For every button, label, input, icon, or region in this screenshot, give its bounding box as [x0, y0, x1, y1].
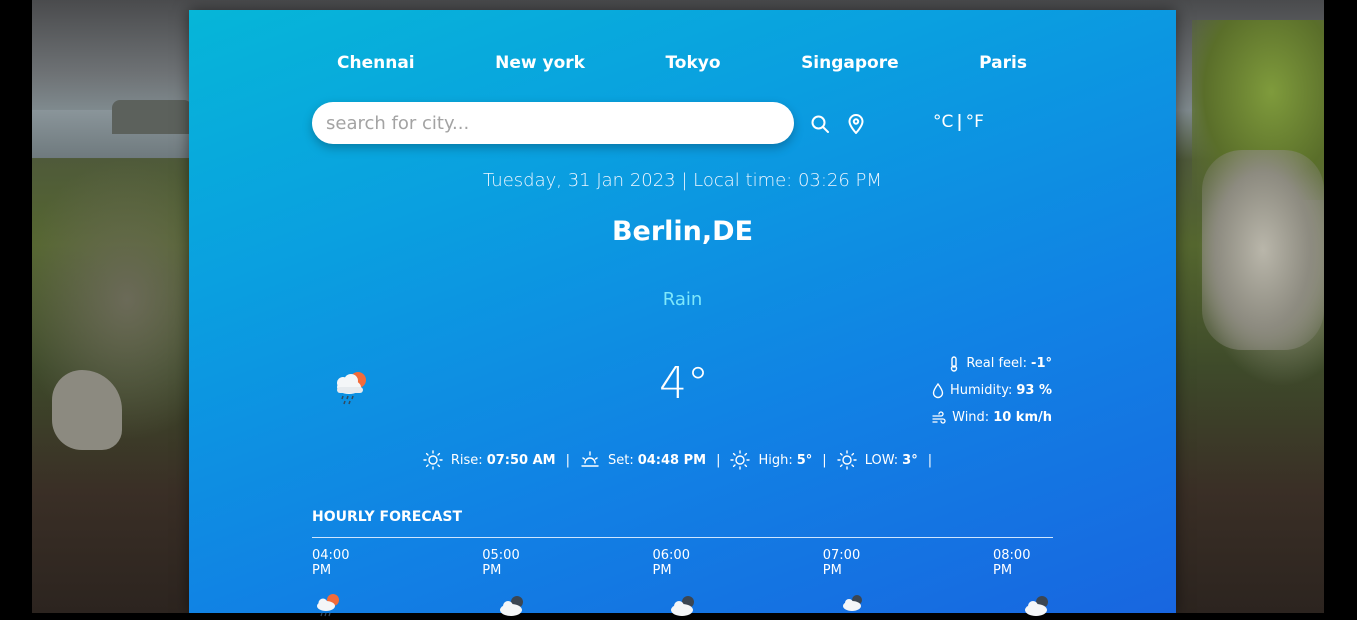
sunrise-item: Rise: 07:50 AM — [423, 450, 556, 470]
sunrise-label: Rise: — [450, 452, 483, 468]
humidity-row: Humidity: 93 % — [909, 377, 1052, 404]
real-feel-row: Real feel: -1° — [909, 350, 1052, 377]
weather-details: Real feel: -1° Humidity: 93 % Wind: 10 k… — [909, 350, 1052, 431]
background-rock-right — [1202, 150, 1324, 350]
low-temp-item: LOW: 3° — [836, 450, 918, 470]
city-nav: Chennai New york Tokyo Singapore Paris — [312, 53, 1052, 73]
hour-time: 05:00 PM — [482, 548, 520, 578]
background-cliff — [112, 100, 192, 134]
unit-separator: | — [956, 112, 963, 132]
rain-sun-icon — [317, 594, 339, 617]
hourly-forecast-list: 04:00 PM 05:00 PM 06:00 PM 07:00 PM 08:0… — [312, 548, 1053, 620]
city-link-paris[interactable]: Paris — [954, 53, 1052, 73]
high-temp-item: High: 5° — [730, 450, 812, 470]
low-temp-value: 3° — [902, 452, 918, 468]
wind-row: Wind: 10 km/h — [909, 404, 1052, 431]
separator: | — [565, 452, 570, 468]
celsius-button[interactable]: °C — [933, 112, 953, 132]
sun-temperature-row: Rise: 07:50 AM | Set: 04:48 PM | High: 5… — [189, 450, 1176, 470]
hourly-forecast-title: HOURLY FORECAST — [312, 509, 463, 525]
sunset-value: 04:48 PM — [637, 452, 707, 468]
wind-label: Wind: — [952, 410, 990, 425]
location-pin-icon[interactable] — [847, 114, 867, 135]
real-feel-value: -1° — [1031, 356, 1052, 371]
rain-sun-icon — [329, 365, 373, 409]
droplet-icon — [932, 382, 944, 398]
humidity-label: Humidity: — [949, 383, 1013, 398]
background-rock-left — [52, 370, 122, 450]
city-link-new-york[interactable]: New york — [470, 53, 610, 73]
search-input[interactable] — [312, 102, 794, 144]
sun-icon — [730, 450, 751, 470]
hour-time: 07:00 PM — [822, 548, 861, 578]
hourly-item: 04:00 PM — [312, 548, 372, 620]
wind-value: 10 km/h — [993, 410, 1052, 425]
separator: | — [716, 452, 721, 468]
wind-icon — [932, 410, 946, 424]
local-datetime: Tuesday, 31 Jan 2023 | Local time: 03:26… — [483, 170, 882, 191]
city-link-chennai[interactable]: Chennai — [312, 53, 440, 73]
unit-toggle: °C | °F — [933, 112, 984, 132]
cloud-icon — [670, 596, 694, 616]
hourly-item: 05:00 PM — [482, 548, 542, 620]
real-feel-label: Real feel: — [966, 356, 1028, 371]
hour-time: 04:00 PM — [312, 548, 350, 578]
cloud-icon — [842, 595, 862, 611]
high-temp-label: High: — [758, 452, 793, 468]
hour-time: 08:00 PM — [993, 548, 1031, 578]
low-temp-label: LOW: — [864, 452, 899, 468]
city-link-singapore[interactable]: Singapore — [776, 53, 924, 73]
divider — [312, 537, 1053, 538]
sun-icon — [423, 450, 443, 470]
city-link-tokyo[interactable]: Tokyo — [640, 53, 745, 73]
hourly-item: 07:00 PM — [823, 548, 883, 620]
sunset-label: Set: — [607, 452, 634, 468]
fahrenheit-button[interactable]: °F — [966, 112, 984, 132]
humidity-value: 93 % — [1016, 383, 1052, 398]
separator: | — [927, 452, 933, 468]
high-temp-value: 5° — [796, 452, 813, 468]
sunset-item: Set: 04:48 PM — [580, 450, 706, 470]
hourly-item: 08:00 PM — [993, 548, 1053, 620]
hour-time: 06:00 PM — [652, 548, 690, 578]
hourly-item: 06:00 PM — [653, 548, 713, 620]
cloud-icon — [500, 596, 524, 616]
sunset-icon — [581, 451, 599, 467]
thermometer-icon — [951, 355, 958, 372]
current-temperature: 4° — [659, 358, 709, 409]
separator: | — [822, 452, 827, 468]
sunrise-value: 07:50 AM — [486, 452, 556, 468]
sun-icon — [836, 450, 857, 470]
weather-condition: Rain — [662, 289, 703, 310]
weather-panel: Chennai New york Tokyo Singapore Paris °… — [189, 10, 1176, 617]
search-icon[interactable] — [810, 114, 830, 134]
cloud-icon — [1025, 596, 1048, 616]
location-title: Berlin,DE — [611, 216, 754, 247]
